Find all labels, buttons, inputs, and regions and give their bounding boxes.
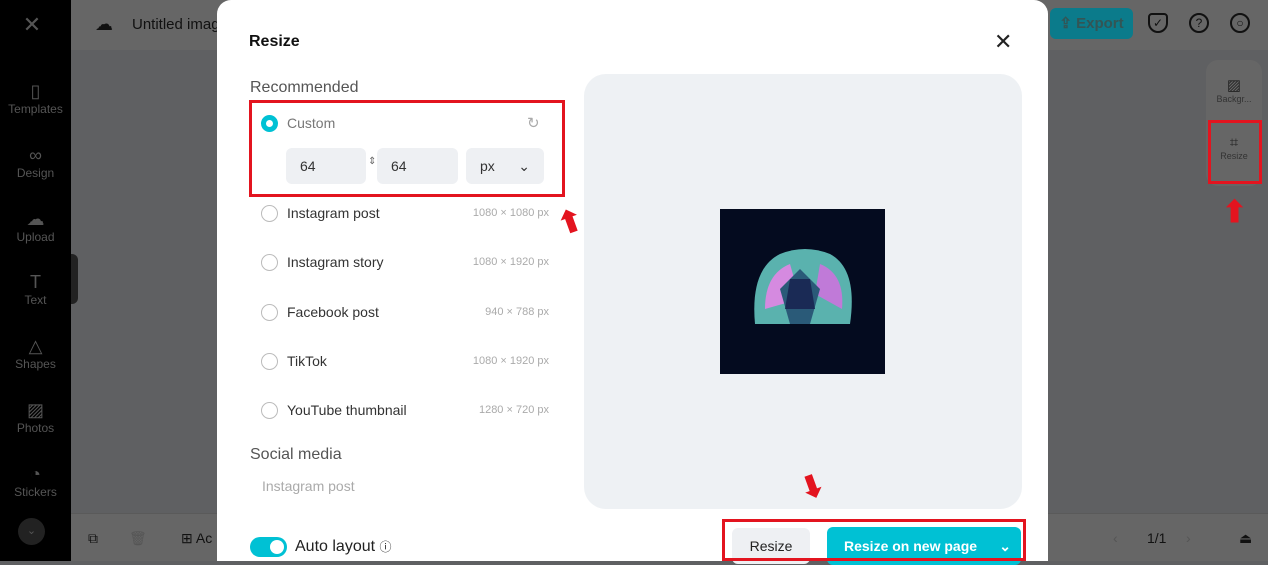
expand-pages-icon[interactable]: ⏏ [1239, 530, 1252, 547]
stickers-icon: ◔ [30, 464, 41, 484]
sidebar-item-templates[interactable]: ▯ Templates [0, 80, 71, 116]
option-size: 1080 × 1080 px [472, 207, 549, 219]
arrow-annotation: ⬆ [1222, 196, 1248, 229]
dialog-title: Resize [249, 33, 300, 50]
delete-page-icon[interactable]: 🗑 [129, 530, 147, 547]
social-option[interactable]: Instagram post [262, 478, 355, 494]
document-title[interactable]: Untitled image [132, 16, 228, 33]
option-label: YouTube thumbnail [287, 402, 407, 418]
add-page-label: Ac [195, 530, 213, 546]
section-social-media: Social media [250, 446, 342, 463]
shapes-icon: △ [28, 336, 43, 356]
add-page-button[interactable]: ⊞ Ac [181, 530, 212, 547]
option-size: 1080 × 1920 px [472, 256, 549, 268]
section-recommended: Recommended [250, 79, 359, 96]
page-indicator: 1/1 [1147, 530, 1167, 546]
radio[interactable] [261, 304, 278, 321]
settings-icon[interactable]: ○ [1230, 13, 1250, 33]
sidebar-item-label: Design [16, 166, 55, 180]
option-label: Facebook post [287, 304, 379, 320]
radio[interactable] [261, 205, 278, 222]
prev-page-icon[interactable]: ‹ [1113, 530, 1118, 546]
option-label: Instagram story [287, 254, 384, 270]
radio[interactable] [261, 402, 278, 419]
sidebar-item-stickers[interactable]: ◔ Stickers [0, 463, 71, 499]
option-tiktok[interactable]: TikTok 1080 × 1920 px [261, 349, 549, 373]
sidebar-item-label: Templates [8, 102, 63, 116]
auto-layout-toggle[interactable] [250, 537, 287, 557]
cloud-saved-icon: ☁ [95, 14, 113, 34]
close-icon[interactable]: ✕ [994, 29, 1012, 55]
preview-image [720, 209, 885, 374]
sidebar: ✕ ▯ Templates ∞ Design ☁ Upload T Text △ Shap… [0, 0, 71, 561]
sidebar-item-photos[interactable]: ▨ Photos [0, 399, 71, 435]
auto-layout-text: Auto layout [295, 538, 376, 555]
background-tool[interactable]: ▨ Backgr... [1206, 76, 1262, 104]
option-label: TikTok [287, 353, 327, 369]
option-youtube-thumbnail[interactable]: YouTube thumbnail 1280 × 720 px [261, 398, 549, 422]
export-button[interactable]: ⇪ Export [1050, 8, 1133, 39]
highlight-custom [249, 100, 565, 197]
option-size: 1080 × 1920 px [472, 355, 549, 367]
option-size: 940 × 788 px [485, 306, 549, 318]
capcut-logo[interactable]: ✕ [18, 12, 46, 37]
option-instagram-story[interactable]: Instagram story 1080 × 1920 px [261, 250, 549, 274]
shield-icon[interactable]: ✓ [1148, 13, 1168, 33]
sidebar-item-label: Shapes [15, 357, 56, 371]
auto-layout-label: Auto layout ⓘ [295, 538, 392, 556]
text-icon: T [30, 272, 41, 292]
background-icon: ▨ [1226, 77, 1242, 94]
sidebar-item-shapes[interactable]: △ Shapes [0, 335, 71, 371]
radio[interactable] [261, 353, 278, 370]
resize-dialog: Resize ✕ Recommended Custom ↻ 64 ⇕ 64 px… [217, 0, 1048, 565]
sidebar-item-label: Photos [16, 421, 55, 435]
highlight-resize-tool [1208, 120, 1262, 184]
upload-icon: ☁ [26, 209, 45, 229]
radio[interactable] [261, 254, 278, 271]
pixel-art-image [754, 249, 852, 324]
option-facebook-post[interactable]: Facebook post 940 × 788 px [261, 300, 549, 324]
next-page-icon[interactable]: › [1186, 530, 1191, 546]
templates-icon: ▯ [30, 81, 41, 101]
sidebar-item-upload[interactable]: ☁ Upload [0, 208, 71, 244]
duplicate-page-icon[interactable]: ⧉ [88, 530, 98, 547]
export-label: Export [1076, 15, 1124, 32]
more-button[interactable]: ⌄ [18, 518, 45, 545]
option-label: Instagram post [287, 205, 380, 221]
option-instagram-post[interactable]: Instagram post 1080 × 1080 px [261, 201, 549, 225]
info-icon[interactable]: ⓘ [380, 540, 392, 554]
sidebar-item-text[interactable]: T Text [0, 271, 71, 307]
sidebar-item-design[interactable]: ∞ Design [0, 144, 71, 180]
sidebar-item-label: Upload [16, 230, 55, 244]
photos-icon: ▨ [26, 400, 44, 420]
help-icon[interactable]: ? [1189, 13, 1209, 33]
option-size: 1280 × 720 px [478, 404, 549, 416]
chevron-down-icon: ⌄ [26, 525, 37, 537]
highlight-buttons [722, 519, 1026, 561]
sidebar-collapse-handle[interactable] [71, 254, 78, 304]
tool-label: Backgr... [1216, 94, 1252, 104]
sidebar-item-label: Text [24, 293, 47, 307]
sidebar-item-label: Stickers [14, 485, 57, 499]
design-icon: ∞ [29, 145, 42, 165]
